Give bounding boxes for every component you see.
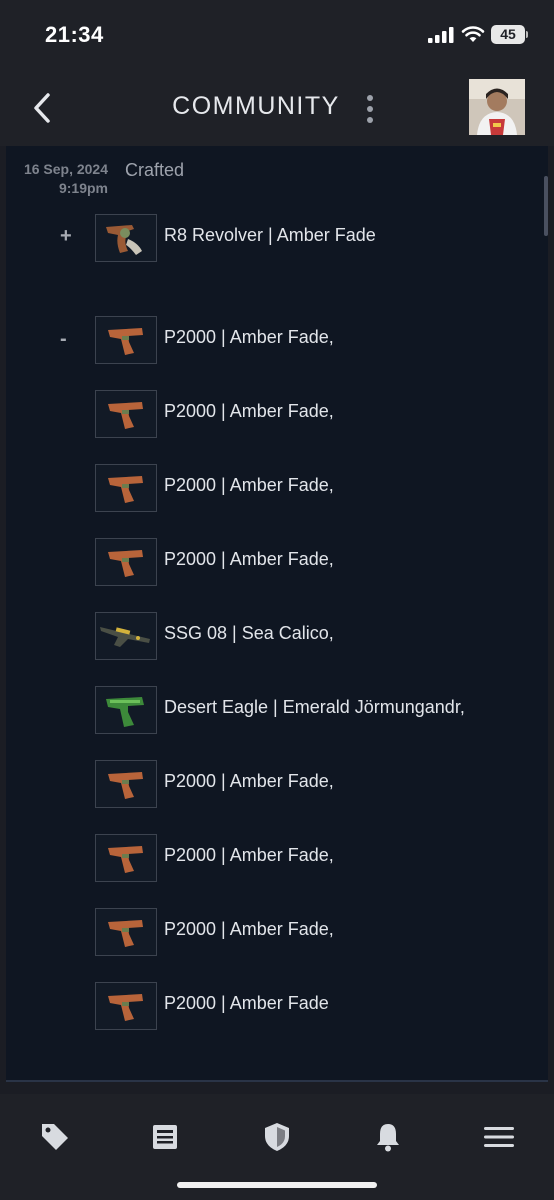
consumed-item[interactable]: P2000 | Amber Fade xyxy=(95,982,535,1030)
entry-date-time: 9:19pm xyxy=(58,180,108,196)
item-name: Desert Eagle | Emerald Jörmungandr, xyxy=(164,697,465,717)
item-name: P2000 | Amber Fade xyxy=(164,993,329,1013)
scrollbar[interactable] xyxy=(544,176,548,236)
item-name: P2000 | Amber Fade, xyxy=(164,475,334,495)
item-name: P2000 | Amber Fade, xyxy=(164,327,334,347)
item-name: R8 Revolver | Amber Fade xyxy=(164,225,376,245)
clock: 21:34 xyxy=(45,22,104,47)
consumed-item[interactable]: P2000 | Amber Fade, xyxy=(95,908,535,956)
page-title: COMMUNITY xyxy=(172,92,340,120)
more-options-icon[interactable] xyxy=(362,94,378,124)
consumed-item[interactable]: P2000 | Amber Fade, xyxy=(95,834,535,882)
home-indicator[interactable] xyxy=(177,1182,377,1188)
section-divider xyxy=(6,1080,548,1082)
received-plus-sign: + xyxy=(60,225,72,247)
consumed-item[interactable]: P2000 | Amber Fade, xyxy=(95,464,535,512)
avatar[interactable] xyxy=(469,79,525,135)
pistol-amber-thumbnail xyxy=(95,982,157,1030)
item-name: SSG 08 | Sea Calico, xyxy=(164,623,334,643)
pistol-amber-thumbnail xyxy=(95,760,157,808)
menu-icon[interactable] xyxy=(482,1120,516,1154)
consumed-item[interactable]: P2000 | Amber Fade, xyxy=(95,760,535,808)
consumed-item[interactable]: SSG 08 | Sea Calico, xyxy=(95,612,535,660)
pistol-amber-thumbnail xyxy=(95,908,157,956)
app-header: COMMUNITY xyxy=(0,70,554,146)
trade-history-panel: 16 Sep, 2024 9:19pm Crafted + - R8 Revol… xyxy=(6,146,548,1080)
sniper-calico-thumbnail xyxy=(95,612,157,660)
consumed-item[interactable]: P2000 | Amber Fade, xyxy=(95,538,535,586)
consumed-item[interactable]: Desert Eagle | Emerald Jörmungandr, xyxy=(95,686,535,734)
wifi-icon xyxy=(461,26,485,42)
shield-icon[interactable] xyxy=(260,1120,294,1154)
pistol-amber-thumbnail xyxy=(95,538,157,586)
pistol-amber-thumbnail xyxy=(95,316,157,364)
bell-icon[interactable] xyxy=(371,1120,405,1154)
item-name: P2000 | Amber Fade, xyxy=(164,401,334,421)
consumed-minus-sign: - xyxy=(60,328,67,350)
entry-action: Crafted xyxy=(125,160,185,180)
deagle-emerald-thumbnail xyxy=(95,686,157,734)
item-name: P2000 | Amber Fade, xyxy=(164,771,334,791)
item-name: P2000 | Amber Fade, xyxy=(164,919,334,939)
consumed-item[interactable]: P2000 | Amber Fade, xyxy=(95,390,535,438)
received-item[interactable]: R8 Revolver | Amber Fade xyxy=(95,214,535,262)
consumed-item[interactable]: P2000 | Amber Fade, xyxy=(95,316,535,364)
cellular-signal-icon xyxy=(428,27,454,43)
news-icon[interactable] xyxy=(148,1120,182,1154)
tag-icon[interactable] xyxy=(38,1120,72,1154)
pistol-amber-thumbnail xyxy=(95,834,157,882)
revolver-amber-thumbnail xyxy=(95,214,157,262)
item-name: P2000 | Amber Fade, xyxy=(164,845,334,865)
entry-date-day: 16 Sep, 2024 xyxy=(23,161,108,177)
pistol-amber-thumbnail xyxy=(95,390,157,438)
status-bar: 21:34 45 xyxy=(0,0,554,70)
pistol-amber-thumbnail xyxy=(95,464,157,512)
entry-date: 16 Sep, 2024 9:19pm xyxy=(24,160,108,198)
battery-tip xyxy=(526,31,528,38)
battery-indicator: 45 xyxy=(491,25,525,44)
item-name: P2000 | Amber Fade, xyxy=(164,549,334,569)
bottom-tab-bar xyxy=(0,1094,554,1200)
